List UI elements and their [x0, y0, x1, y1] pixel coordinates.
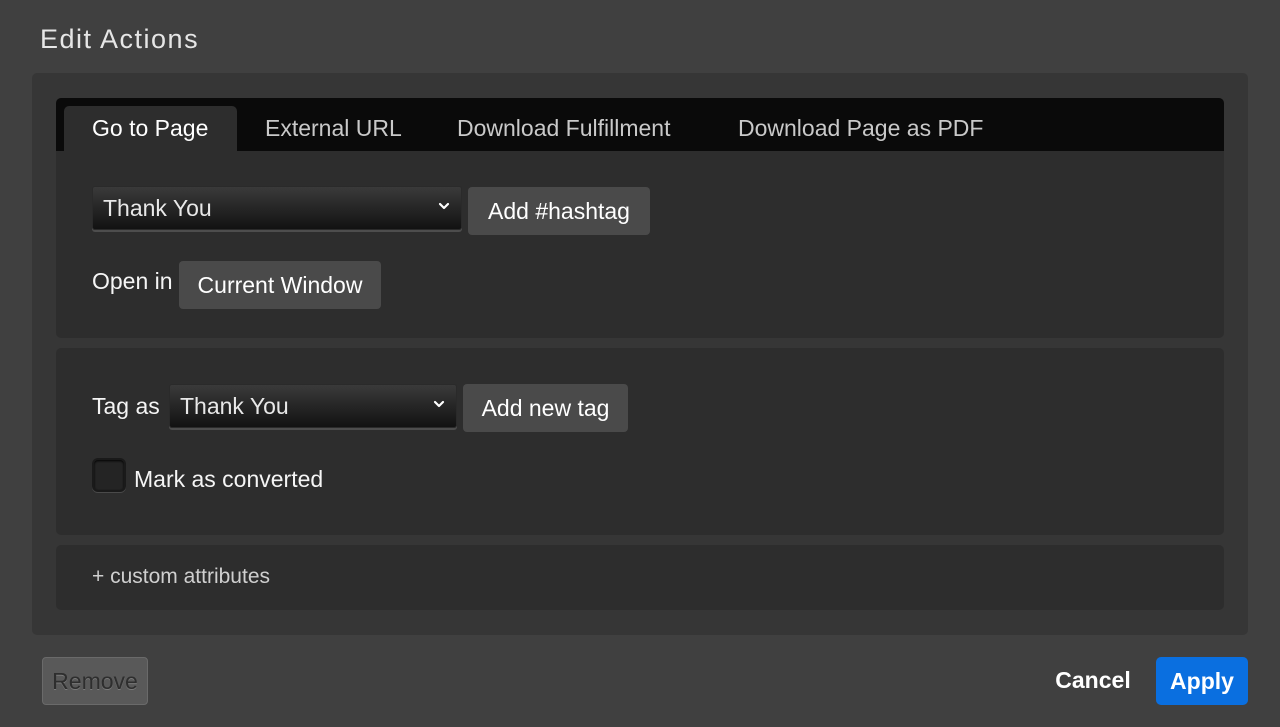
- open-in-window-button[interactable]: Current Window: [179, 261, 381, 309]
- cancel-button[interactable]: Cancel: [1044, 657, 1142, 705]
- tag-as-label: Tag as: [92, 393, 160, 419]
- tab-go-to-page[interactable]: Go to Page: [64, 106, 237, 151]
- tab-download-fulfillment[interactable]: Download Fulfillment: [457, 106, 670, 151]
- tab-external-url[interactable]: External URL: [265, 106, 402, 151]
- chevron-down-icon: [433, 400, 445, 408]
- dialog-title: Edit Actions: [40, 24, 200, 54]
- tagging-card: Tag as Thank You Add new tag Mark as con…: [56, 348, 1224, 535]
- action-type-card: Go to Page External URL Download Fulfill…: [56, 98, 1224, 338]
- tag-select[interactable]: Thank You: [169, 384, 457, 428]
- mark-converted-checkbox[interactable]: [92, 458, 126, 492]
- open-in-label: Open in: [92, 268, 173, 294]
- tab-download-page-as-pdf[interactable]: Download Page as PDF: [738, 106, 983, 151]
- custom-attributes-card: + custom attributes: [56, 545, 1224, 610]
- tab-bar: Go to Page External URL Download Fulfill…: [56, 98, 1224, 151]
- add-hashtag-button[interactable]: Add #hashtag: [468, 187, 650, 235]
- add-new-tag-button[interactable]: Add new tag: [463, 384, 628, 432]
- mark-converted-label: Mark as converted: [134, 466, 324, 492]
- page-select-value: Thank You: [103, 195, 212, 221]
- apply-button[interactable]: Apply: [1156, 657, 1248, 705]
- page-select[interactable]: Thank You: [92, 186, 462, 230]
- chevron-down-icon: [438, 202, 450, 210]
- remove-button[interactable]: Remove: [42, 657, 148, 705]
- tag-select-value: Thank You: [180, 393, 289, 419]
- add-custom-attributes-link[interactable]: + custom attributes: [92, 565, 270, 589]
- actions-panel: Go to Page External URL Download Fulfill…: [32, 73, 1248, 635]
